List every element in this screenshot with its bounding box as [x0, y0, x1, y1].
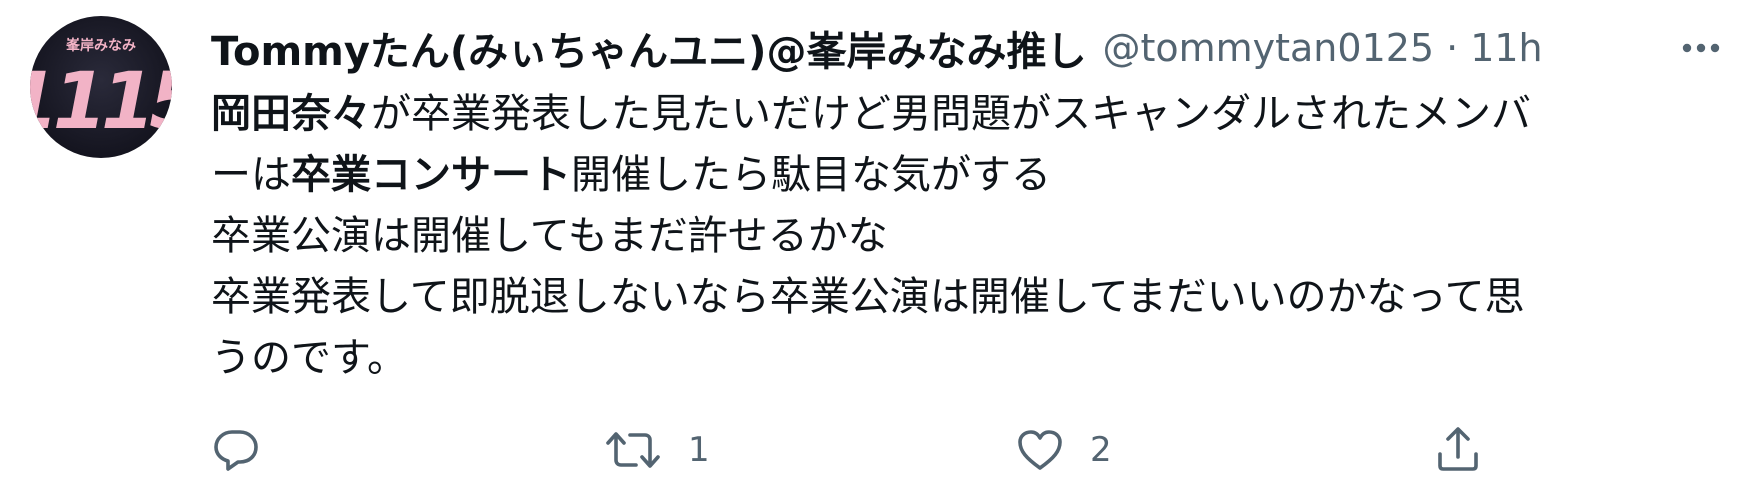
- tweet-text-line: 卒業発表して即脱退しないなら卒業公演は開催してまだいいのかなって思: [211, 274, 1525, 320]
- tweet-text-line: ーは卒業コンサート開催したら駄目な気がする: [211, 145, 1711, 206]
- more-dots-icon: [1682, 43, 1720, 53]
- avatar-number-text: 1115: [30, 57, 172, 147]
- retweet-icon: [606, 432, 660, 468]
- text-segment: 開催したら駄目な気がする: [571, 152, 1051, 198]
- tweet-actions: 1 2: [0, 420, 1754, 480]
- avatar[interactable]: 峯岸みなみ 1115: [30, 16, 172, 158]
- text-segment: ーは: [211, 152, 291, 198]
- author-handle[interactable]: @tommytan0125: [1102, 26, 1434, 70]
- avatar-image: 峯岸みなみ 1115: [30, 37, 172, 147]
- tweet-card[interactable]: 峯岸みなみ 1115 Tommyたん(みぃちゃんユニ)@峯岸みなみ推し @tom…: [0, 0, 1754, 502]
- share-button[interactable]: [1434, 420, 1482, 480]
- tweet-text: 岡田奈々が卒業発表した見たいだけど男問題がスキャンダルされたメンバ ーは卒業コン…: [211, 84, 1711, 389]
- tweet-text-line: うのです。: [211, 335, 407, 381]
- like-button[interactable]: 2: [1016, 420, 1112, 480]
- share-upload-icon: [1438, 427, 1478, 471]
- avatar-top-text: 峯岸みなみ: [65, 37, 136, 54]
- bold-text: 卒業コンサート: [291, 152, 571, 198]
- reply-bubble-icon: [214, 430, 258, 471]
- tweet-text-line: 岡田奈々が卒業発表した見たいだけど男問題がスキャンダルされたメンバ: [211, 84, 1711, 145]
- heart-icon: [1018, 430, 1062, 470]
- reply-button[interactable]: [212, 420, 286, 480]
- more-button[interactable]: [1676, 28, 1726, 68]
- tweet-timestamp[interactable]: 11h: [1470, 26, 1542, 70]
- author-name[interactable]: Tommyたん(みぃちゃんユニ)@峯岸みなみ推し: [211, 19, 1086, 77]
- tweet-header: Tommyたん(みぃちゃんユニ)@峯岸みなみ推し @tommytan0125 ·…: [211, 16, 1543, 80]
- text-segment: が卒業発表した見たいだけど男問題がスキャンダルされたメンバ: [371, 91, 1531, 137]
- like-count: 2: [1090, 430, 1112, 470]
- tweet-text-line: 卒業公演は開催してもまだ許せるかな: [211, 213, 888, 259]
- retweet-button[interactable]: 1: [604, 420, 710, 480]
- bold-text: 岡田奈々: [211, 91, 371, 137]
- retweet-count: 1: [688, 430, 710, 470]
- header-separator: ·: [1446, 26, 1459, 70]
